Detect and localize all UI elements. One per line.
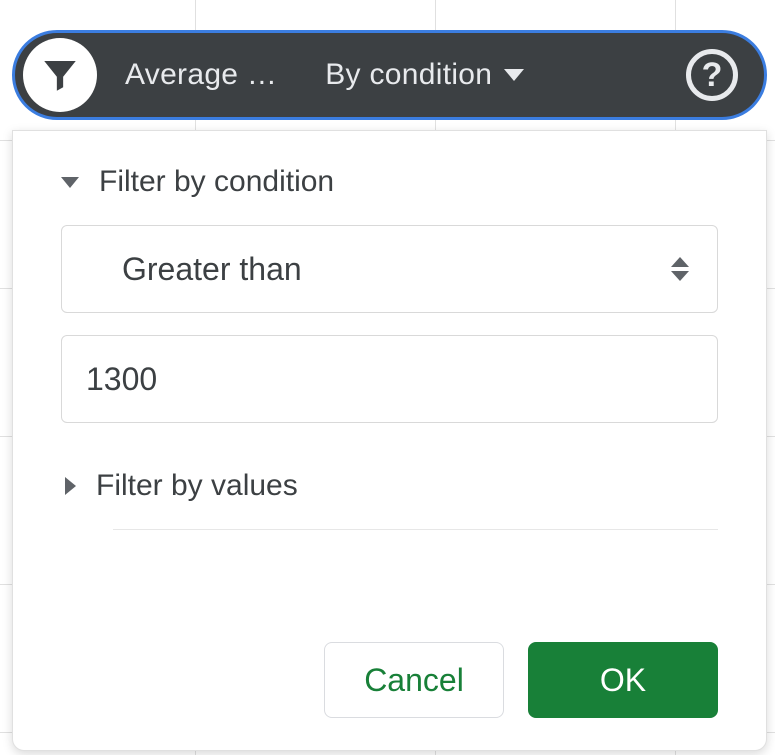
- filter-by-condition-label: Filter by condition: [99, 165, 334, 199]
- condition-operator-select[interactable]: Greater than: [61, 225, 718, 313]
- cancel-button[interactable]: Cancel: [324, 642, 504, 718]
- cancel-button-label: Cancel: [364, 662, 464, 699]
- help-icon[interactable]: ?: [686, 49, 738, 101]
- filter-icon: [23, 38, 97, 112]
- slicer-mode-dropdown[interactable]: By condition: [325, 58, 524, 92]
- ok-button-label: OK: [600, 662, 646, 699]
- filter-by-condition-header[interactable]: Filter by condition: [61, 165, 718, 199]
- filter-panel: Filter by condition Greater than 1300 Fi…: [12, 130, 767, 751]
- collapse-triangle-down-icon: [61, 177, 79, 188]
- caret-down-icon: [504, 69, 524, 81]
- slicer-chip[interactable]: Average … By condition ?: [12, 30, 767, 120]
- slicer-column-name: Average …: [125, 58, 277, 92]
- values-section-divider: [113, 529, 718, 530]
- select-stepper-icon: [671, 254, 693, 284]
- slicer-mode-label: By condition: [325, 58, 492, 92]
- filter-by-values-header[interactable]: Filter by values: [61, 469, 718, 529]
- condition-value-input[interactable]: 1300: [61, 335, 718, 423]
- filter-by-values-label: Filter by values: [96, 469, 298, 503]
- expand-triangle-right-icon: [65, 477, 76, 495]
- condition-value-text: 1300: [86, 361, 157, 398]
- dialog-button-row: Cancel OK: [61, 642, 718, 720]
- ok-button[interactable]: OK: [528, 642, 718, 718]
- condition-operator-value: Greater than: [122, 251, 302, 288]
